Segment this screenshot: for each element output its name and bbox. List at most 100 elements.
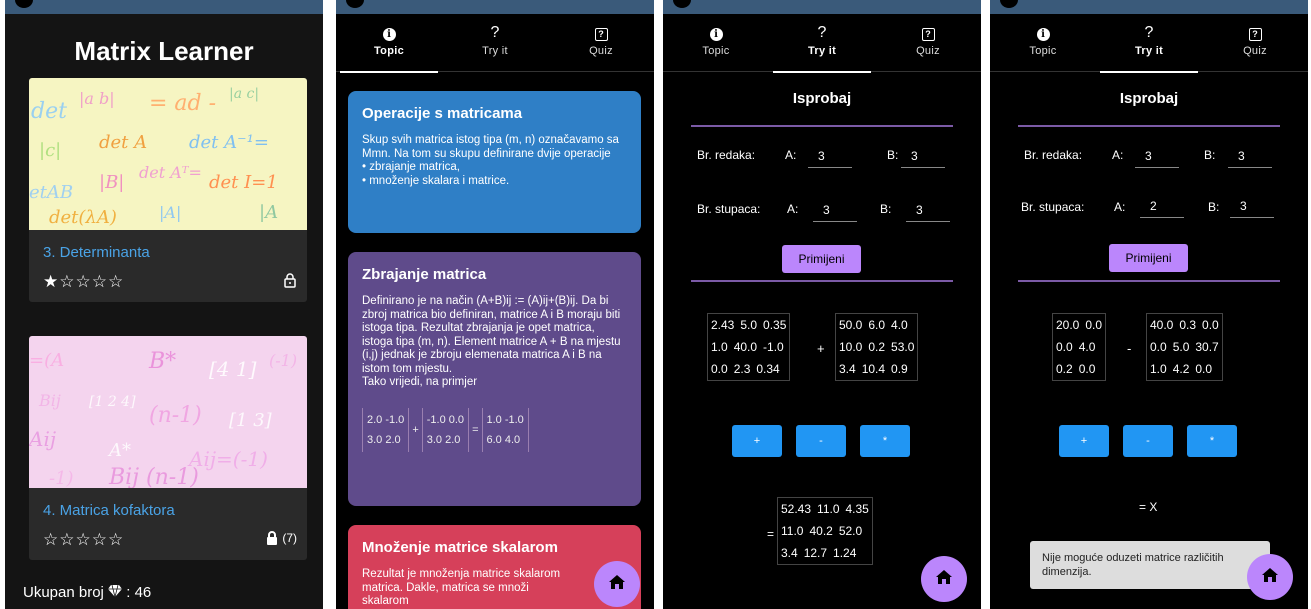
matrix-cell[interactable]: 10.0 [836,336,865,358]
subtract-button[interactable]: - [1123,425,1173,457]
matrix-cell[interactable]: 0.0 [708,358,731,380]
tab-topic[interactable]: i Topic [336,14,442,73]
equals-sign: = [472,423,479,436]
card-image-determinant: det |a b| = ad - |a c| |c| det A det A⁻¹… [29,78,307,230]
star-rating: ★☆☆☆☆ [43,272,125,291]
cols-a-field[interactable]: 2 [1140,196,1184,218]
lesson-card-determinanta[interactable]: det |a b| = ad - |a c| |c| det A det A⁻¹… [29,78,307,302]
lock-count: (7) [282,531,297,545]
matrix-cell: 11.0 [781,524,804,538]
add-button[interactable]: + [1059,425,1109,457]
matrix-cell[interactable]: 53.0 [888,336,917,358]
multiply-button[interactable]: * [1187,425,1237,457]
add-button[interactable]: + [732,425,782,457]
screen-try-it-add: i Topic ? Try it ? Quiz Isprobaj Br. red… [663,0,981,609]
matrix-cell[interactable]: 1.0 [1147,358,1170,380]
home-button[interactable] [594,561,640,607]
divider [1018,125,1280,127]
tab-label: Quiz [1243,45,1267,57]
cols-b-field[interactable]: 3 [906,200,950,222]
home-icon [609,574,625,594]
svg-text:det(λA): det(λA) [49,207,117,228]
cols-label: Br. stupaca: [697,202,761,216]
screen-matrix-learner: Matrix Learner det |a b| = ad - |a c| |c… [5,0,323,609]
matrix-cell[interactable]: 0.0 [1192,358,1215,380]
home-button[interactable] [1247,554,1293,600]
b-label: B: [880,202,892,216]
matrix-cell[interactable]: 5.0 [1170,336,1193,358]
matrix-cell[interactable]: 50.0 [836,314,865,336]
svg-text:det A: det A [99,132,147,153]
matrix-cell[interactable]: 10.4 [859,358,888,380]
matrix-cell[interactable]: 0.0 [1076,358,1099,380]
svg-text:det A⁻¹=: det A⁻¹= [189,132,269,153]
cols-b-field[interactable]: 3 [1230,196,1274,218]
svg-text:|a c|: |a c| [229,86,259,102]
rows-b-field[interactable]: 3 [901,146,945,168]
matrix-cell[interactable]: 0.34 [753,358,782,380]
svg-text:[1 3]: [1 3] [229,410,273,431]
matrix-cell[interactable]: 0.0 [1147,336,1170,358]
tab-try-it[interactable]: ? Try it [1096,14,1202,73]
multiply-button[interactable]: * [860,425,910,457]
matrix-cell[interactable]: 6.0 [865,314,888,336]
matrix-cell[interactable]: -1.0 [760,336,787,358]
tab-topic[interactable]: i Topic [663,14,769,72]
matrix-cell[interactable]: 0.35 [760,314,789,336]
lock-icon [283,272,297,288]
tab-try-it[interactable]: ? Try it [442,14,548,72]
tab-topic[interactable]: i Topic [990,14,1096,72]
matrix-cell[interactable]: 30.7 [1192,336,1221,358]
svg-text:= ad -: = ad - [149,91,216,116]
result-matrix: 52.43 11.0 4.35 11.0 40.2 52.0 3.4 12.7 1.24 [777,497,873,565]
matrix-a: 2.43 5.0 0.35 1.0 40.0 -1.0 0.0 2.3 0.34 [707,313,791,381]
tab-quiz[interactable]: ? Quiz [875,14,981,72]
cols-a-field[interactable]: 3 [813,200,857,222]
matrix-cell[interactable]: 0.0 [1199,314,1222,336]
home-icon [936,569,952,589]
screen-try-it-subtract: i Topic ? Try it ? Quiz Isprobaj Br. red… [990,0,1308,609]
matrix-cell[interactable]: 0.2 [865,336,888,358]
svg-text:|c|: |c| [39,140,61,161]
tab-quiz[interactable]: ? Quiz [548,14,654,72]
matrix-cell[interactable]: 4.0 [1076,336,1099,358]
svg-text:Bij (n-1): Bij (n-1) [108,465,199,488]
matrix-cell[interactable]: 0.3 [1176,314,1199,336]
matrix-cell[interactable]: 5.0 [737,314,760,336]
example-matrix-a: 2.0 -1.0 3.0 2.0 [362,407,410,452]
matrix-cell[interactable]: 4.2 [1170,358,1193,380]
tab-try-it[interactable]: ? Try it [769,14,875,73]
info-icon: i [990,24,1096,42]
tab-label: Topic [1029,45,1057,57]
apply-button[interactable]: Primijeni [1109,244,1188,272]
subtract-button[interactable]: - [796,425,846,457]
lesson-card-matrica-kofaktora[interactable]: =(A B* [4 1] (-1) Bij [1 2 4] (n-1) [1 3… [29,336,307,560]
rows-b-field[interactable]: 3 [1228,146,1272,168]
status-bar [663,0,981,14]
matrix-cell[interactable]: 0.0 [1053,336,1076,358]
matrix-cell[interactable]: 4.0 [888,314,911,336]
matrix-cell[interactable]: 2.3 [731,358,754,380]
apply-button[interactable]: Primijeni [782,245,861,273]
matrix-cell[interactable]: 3.4 [836,358,859,380]
matrix-cell[interactable]: 0.0 [1082,314,1105,336]
total-value: : 46 [126,584,152,601]
matrix-b: 40.0 0.3 0.0 0.0 5.0 30.7 1.0 4.2 0.0 [1146,313,1223,381]
matrix-cell[interactable]: 0.9 [888,358,911,380]
matrix-cell[interactable]: 20.0 [1053,314,1082,336]
status-bar [5,0,323,14]
matrix-cell: 40.2 [809,524,833,538]
app-title: Matrix Learner [74,36,254,66]
matrix-cell[interactable]: 0.2 [1053,358,1076,380]
rows-a-field[interactable]: 3 [1135,146,1179,168]
divider [1018,280,1280,282]
matrix-cell[interactable]: 40.0 [1147,314,1176,336]
tab-quiz[interactable]: ? Quiz [1202,14,1308,72]
home-button[interactable] [921,556,967,602]
matrix-row: 3.0 2.0 [367,433,401,446]
topic-card-title: Množenje matrice skalarom [362,539,558,556]
matrix-cell[interactable]: 40.0 [731,336,760,358]
matrix-cell[interactable]: 1.0 [708,336,731,358]
matrix-cell[interactable]: 2.43 [708,314,737,336]
rows-a-field[interactable]: 3 [808,146,852,168]
